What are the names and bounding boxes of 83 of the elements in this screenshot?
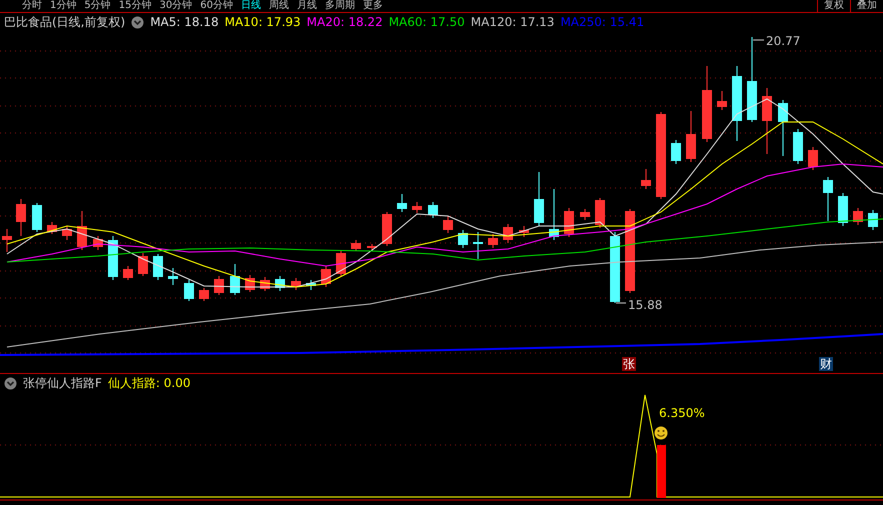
bar-value-label: 6.350% — [659, 406, 705, 420]
moving-average-legend: MA5: 18.18 — [150, 15, 219, 29]
period-tab[interactable]: 60分钟 — [200, 0, 233, 12]
candlestick — [443, 216, 453, 234]
candlestick — [16, 198, 26, 236]
candlestick — [321, 266, 331, 288]
candlestick — [77, 210, 87, 250]
candlestick — [762, 88, 772, 154]
indicator-value: 仙人指路: 0.00 — [108, 374, 190, 392]
candlestick — [367, 244, 377, 250]
candlestick — [580, 208, 590, 220]
candlestick — [473, 232, 483, 260]
candlestick — [671, 140, 681, 164]
period-tab[interactable]: 多周期 — [324, 0, 355, 12]
candlestick — [2, 228, 12, 252]
candlestick — [306, 280, 316, 290]
candlestick — [168, 268, 178, 286]
candlestick — [32, 202, 42, 232]
period-tab[interactable]: 更多 — [362, 0, 383, 12]
moving-average-legend: MA10: 17.93 — [224, 15, 301, 29]
candlestick — [458, 230, 468, 248]
indicator-name: 张停仙人指路F — [23, 374, 102, 392]
dropdown-icon[interactable] — [4, 376, 17, 390]
candlestick — [245, 274, 255, 292]
candlestick — [686, 110, 696, 162]
moving-average-legend: MA60: 17.50 — [388, 15, 465, 29]
moving-average-legend: MA20: 18.22 — [306, 15, 383, 29]
low-price-label: 15.88 — [628, 298, 662, 312]
period-tab[interactable]: 月线 — [296, 0, 317, 12]
period-tab[interactable]: 1分钟 — [50, 0, 76, 12]
moving-average-legend: MA250: 15.41 — [560, 15, 644, 29]
candlestick — [717, 90, 727, 110]
candlestick — [519, 226, 529, 238]
candlestick — [641, 168, 651, 190]
period-tab[interactable]: 15分钟 — [118, 0, 152, 12]
period-tab[interactable]: 5分钟 — [84, 0, 111, 12]
candlestick — [838, 192, 848, 226]
candlestick — [793, 128, 803, 164]
candlestick — [808, 146, 818, 170]
candlestick — [534, 172, 544, 226]
candlestick — [153, 254, 163, 280]
candlestick — [199, 288, 209, 302]
event-marker[interactable]: 张 — [622, 357, 636, 371]
candlestick — [428, 202, 438, 218]
candlestick — [853, 208, 863, 226]
candlestick — [184, 280, 194, 302]
candlestick — [564, 208, 574, 238]
candlestick — [868, 210, 878, 230]
candlestick — [595, 198, 605, 228]
candlestick — [230, 264, 240, 296]
candlestick — [610, 232, 620, 304]
period-tab[interactable]: 分时 — [22, 0, 42, 12]
candlestick — [382, 212, 392, 246]
indicator-bar — [657, 445, 666, 498]
candlestick — [549, 188, 559, 240]
candlestick — [336, 250, 346, 276]
candlestick — [291, 278, 301, 290]
period-tab[interactable]: 30分钟 — [159, 0, 192, 12]
candlestick — [275, 276, 285, 292]
candlestick — [488, 234, 498, 248]
event-marker[interactable]: 财 — [819, 357, 833, 371]
candlestick — [351, 240, 361, 252]
candlestick — [93, 236, 103, 250]
candlestick — [823, 176, 833, 222]
candlestick — [778, 100, 788, 156]
smiley-icon — [654, 426, 668, 440]
candlestick — [108, 236, 118, 280]
dropdown-icon[interactable] — [131, 16, 144, 28]
high-price-label: 20.77 — [766, 34, 800, 48]
candlestick — [138, 252, 148, 276]
leader-line — [616, 302, 626, 304]
candlestick — [260, 276, 270, 292]
candlestick — [123, 266, 133, 280]
candlestick — [412, 202, 422, 214]
candlestick — [503, 224, 513, 244]
chart-title: 巴比食品(日线,前复权) — [4, 14, 126, 30]
candlestick — [62, 226, 72, 240]
candlestick — [214, 276, 224, 296]
period-tab[interactable]: 日线 — [240, 0, 261, 12]
period-tab[interactable]: 周线 — [268, 0, 289, 12]
moving-average-legend: MA120: 17.13 — [470, 15, 554, 29]
candlestick — [397, 194, 407, 212]
candlestick — [47, 222, 57, 234]
